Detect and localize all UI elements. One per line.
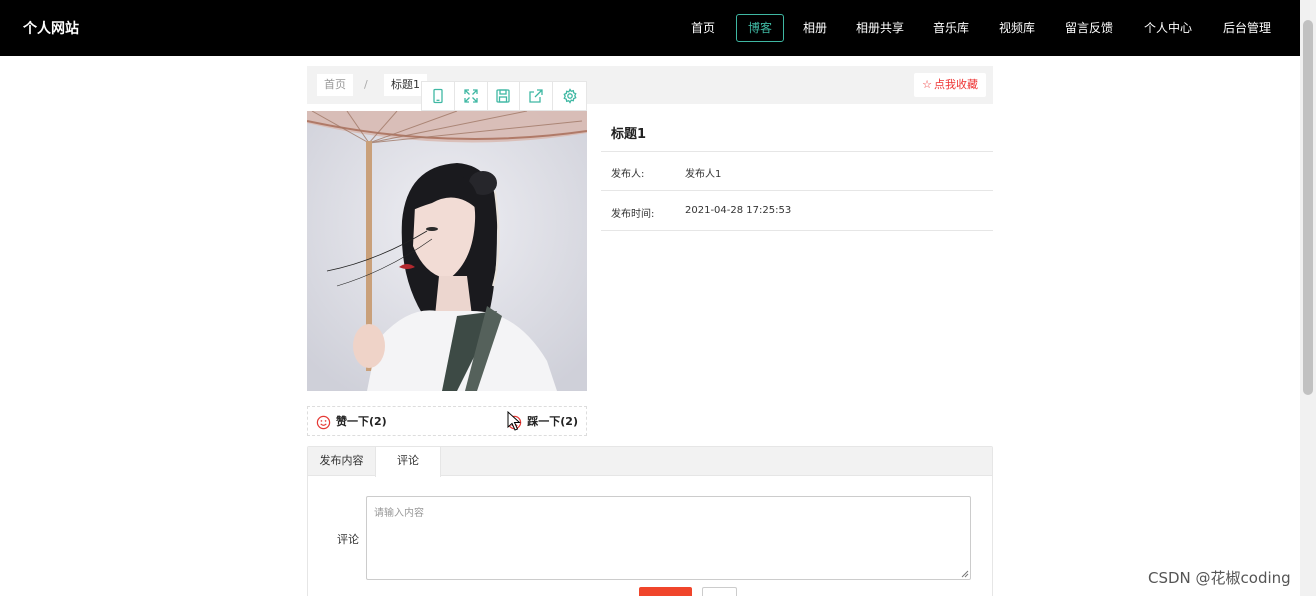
dislike-label: 踩一下(2) bbox=[527, 415, 578, 428]
nav-item-album-share[interactable]: 相册共享 bbox=[852, 14, 908, 42]
nav-item-home[interactable]: 首页 bbox=[684, 14, 722, 42]
save-icon[interactable] bbox=[488, 82, 521, 110]
smile-icon bbox=[316, 415, 331, 429]
vote-bar: 赞一下(2) 踩一下(2) bbox=[307, 406, 587, 436]
breadcrumb: 首页 / 标题1 ☆ 点我收藏 bbox=[307, 66, 993, 104]
nav-item-feedback[interactable]: 留言反馈 bbox=[1060, 14, 1118, 42]
watermark: CSDN @花椒coding bbox=[1148, 569, 1291, 587]
favorite-label: 点我收藏 bbox=[934, 78, 978, 91]
mobile-icon[interactable] bbox=[422, 82, 455, 110]
top-navbar: 个人网站 首页 博客 相册 相册共享 音乐库 视频库 留言反馈 个人中心 后台管… bbox=[0, 0, 1316, 56]
breadcrumb-home[interactable]: 首页 bbox=[317, 74, 353, 96]
nav-item-video[interactable]: 视频库 bbox=[994, 14, 1040, 42]
reset-button[interactable] bbox=[702, 587, 737, 596]
tab-content[interactable]: 发布内容 bbox=[308, 447, 375, 476]
image-toolbar bbox=[421, 81, 587, 111]
breadcrumb-separator: / bbox=[364, 78, 368, 91]
publisher-label: 发布人: bbox=[611, 169, 645, 180]
page-scrollbar[interactable] bbox=[1300, 0, 1316, 596]
resize-handle-icon[interactable] bbox=[960, 569, 969, 578]
nav-item-music[interactable]: 音乐库 bbox=[927, 14, 975, 42]
divider bbox=[601, 190, 993, 191]
tab-header: 发布内容 评论 bbox=[308, 447, 992, 477]
expand-icon[interactable] bbox=[455, 82, 488, 110]
nav-item-admin[interactable]: 后台管理 bbox=[1218, 14, 1276, 42]
divider bbox=[601, 151, 993, 152]
star-icon: ☆ bbox=[922, 78, 932, 91]
submit-button[interactable] bbox=[639, 587, 692, 596]
divider bbox=[601, 230, 993, 231]
publisher-value: 发布人1 bbox=[685, 169, 722, 180]
post-image bbox=[307, 111, 587, 391]
share-icon[interactable] bbox=[520, 82, 554, 110]
publish-time-value: 2021-04-28 17:25:53 bbox=[685, 205, 792, 216]
favorite-button[interactable]: ☆ 点我收藏 bbox=[914, 73, 986, 97]
publish-time-label: 发布时间: bbox=[611, 209, 655, 220]
like-label: 赞一下(2) bbox=[336, 415, 387, 428]
comment-input[interactable] bbox=[366, 496, 971, 580]
post-title: 标题1 bbox=[611, 127, 647, 142]
settings-icon[interactable] bbox=[553, 82, 586, 110]
tab-comments[interactable]: 评论 bbox=[375, 447, 441, 477]
nav-item-blog[interactable]: 博客 bbox=[736, 14, 784, 42]
mouse-cursor-icon bbox=[507, 411, 521, 431]
nav-item-album[interactable]: 相册 bbox=[797, 14, 833, 42]
site-brand[interactable]: 个人网站 bbox=[23, 18, 79, 38]
nav-item-profile[interactable]: 个人中心 bbox=[1139, 14, 1197, 42]
comment-label: 评论 bbox=[337, 533, 359, 546]
scrollbar-thumb[interactable] bbox=[1303, 20, 1313, 395]
like-button[interactable]: 赞一下(2) bbox=[316, 413, 387, 431]
